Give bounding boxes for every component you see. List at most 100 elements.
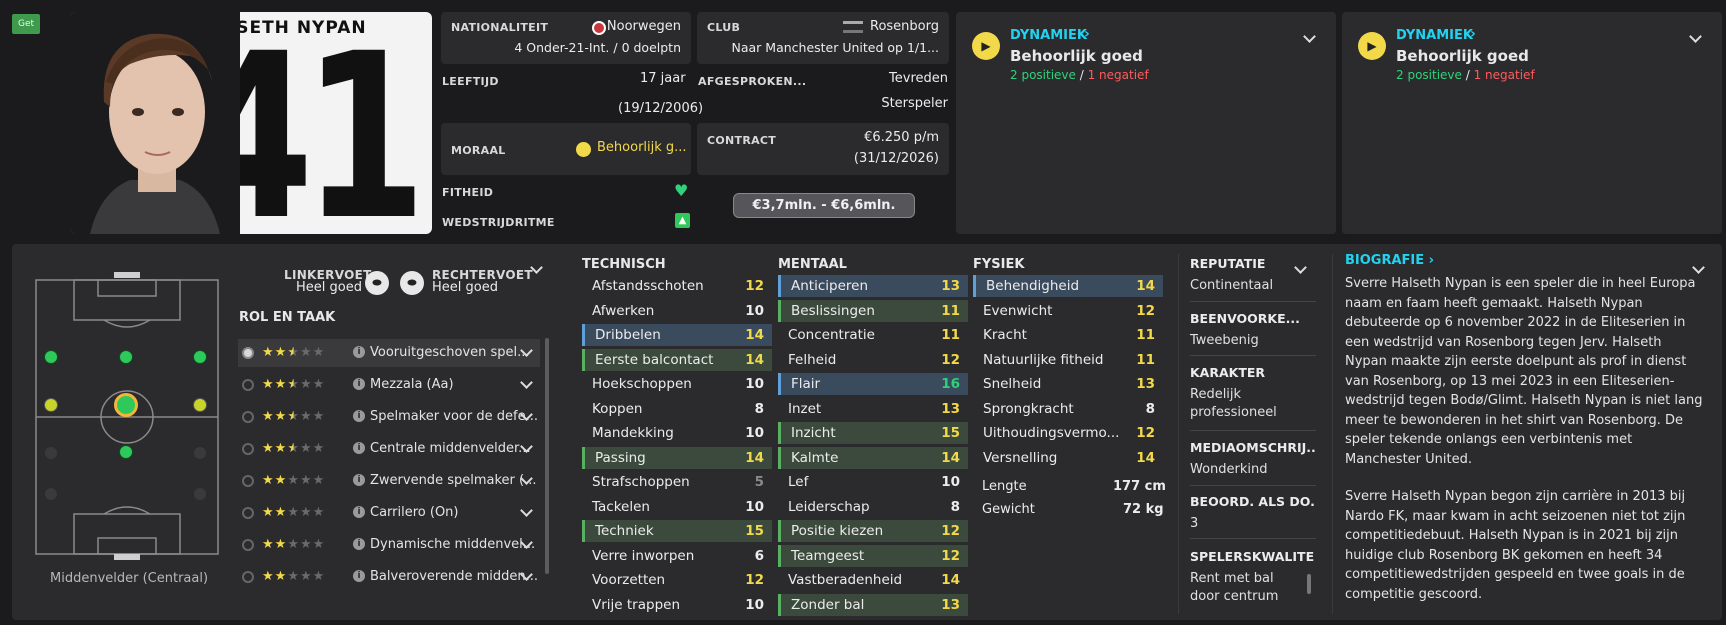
star-icon: ★ xyxy=(287,345,300,360)
attribute-row-physical[interactable]: Uithoudingsvermo... 12 xyxy=(973,422,1163,444)
attribute-row-technical[interactable]: Techniek 15 xyxy=(582,520,772,542)
star-icon: ★ xyxy=(262,505,275,520)
role-row[interactable]: ★★★★★ i Carrilero (On) xyxy=(238,499,540,527)
attribute-row-physical[interactable]: Evenwicht 12 xyxy=(973,300,1163,322)
attribute-row-mental[interactable]: Teamgeest 12 xyxy=(778,544,968,567)
star-icon: ★ xyxy=(299,537,313,552)
attribute-row-technical[interactable]: Voorzetten 12 xyxy=(582,569,772,591)
role-row[interactable]: ★★★★★ i Centrale middenvelder... xyxy=(238,435,540,463)
info-icon[interactable]: i xyxy=(353,506,365,518)
star-icon: ★ xyxy=(274,377,288,392)
role-radio[interactable] xyxy=(242,571,254,583)
attribute-row-technical[interactable]: Mandekking 10 xyxy=(582,422,772,444)
role-radio[interactable] xyxy=(242,539,254,551)
attribute-row-technical[interactable]: Strafschoppen 5 xyxy=(582,471,772,493)
position-dot-ml xyxy=(44,350,58,364)
attribute-row-physical[interactable]: Kracht 11 xyxy=(973,324,1163,346)
attribute-row-technical[interactable]: Koppen 8 xyxy=(582,398,772,420)
star-icon: ★ xyxy=(299,441,313,456)
nationality-block[interactable]: NATIONALITEIT Noorwegen 4 Onder-21-Int. … xyxy=(441,12,691,64)
info-icon[interactable]: i xyxy=(353,346,365,358)
attribute-row-mental[interactable]: Inzet 13 xyxy=(778,398,968,420)
attribute-row-technical[interactable]: Tackelen 10 xyxy=(582,496,772,518)
attribute-row-mental[interactable]: Anticiperen 13 xyxy=(778,275,968,297)
right-foot-value: Heel goed xyxy=(432,280,498,295)
attribute-row-technical[interactable]: Passing 14 xyxy=(582,446,772,469)
info-icon[interactable]: i xyxy=(353,378,365,390)
attribute-value: 13 xyxy=(1136,376,1155,392)
attribute-row-mental[interactable]: Beslissingen 11 xyxy=(778,299,968,322)
attribute-name: Inzet xyxy=(788,400,822,417)
info-icon[interactable]: i xyxy=(353,538,365,550)
role-stars: ★★★★★ xyxy=(262,473,325,488)
attribute-row-physical[interactable]: Versnelling 14 xyxy=(973,447,1163,469)
norway-flag-icon xyxy=(592,21,606,35)
attribute-value: 11 xyxy=(1136,327,1155,343)
attribute-row-mental[interactable]: Zonder bal 13 xyxy=(778,593,968,616)
attribute-row-mental[interactable]: Flair 16 xyxy=(778,373,968,395)
attribute-row-mental[interactable]: Inzicht 15 xyxy=(778,422,968,444)
club-value[interactable]: Rosenborg xyxy=(870,19,939,34)
role-radio[interactable] xyxy=(242,443,254,455)
star-icon: ★ xyxy=(299,569,313,584)
attribute-row-technical[interactable]: Vrije trappen 10 xyxy=(582,594,772,616)
star-icon: ★ xyxy=(312,505,326,520)
role-radio[interactable] xyxy=(242,347,254,359)
attribute-row-physical[interactable]: Snelheid 13 xyxy=(973,373,1163,395)
info-icon[interactable]: i xyxy=(353,570,365,582)
attribute-name: Versnelling xyxy=(983,449,1058,466)
role-row[interactable]: ★★★★★ i Vooruitgeschoven spel... xyxy=(238,339,540,367)
attribute-row-technical[interactable]: Eerste balcontact 14 xyxy=(582,348,772,371)
info-icon[interactable]: i xyxy=(353,442,365,454)
chevron-down-icon[interactable] xyxy=(1303,30,1316,43)
attribute-row-technical[interactable]: Afwerken 10 xyxy=(582,300,772,322)
attribute-row-mental[interactable]: Lef 10 xyxy=(778,471,968,493)
dynamics-title[interactable]: DYNAMIEK xyxy=(1010,28,1087,43)
attribute-row-mental[interactable]: Concentratie 11 xyxy=(778,324,968,346)
role-row[interactable]: ★★★★★ i Zwervende spelmaker (... xyxy=(238,467,540,495)
attribute-row-mental[interactable]: Kalmte 14 xyxy=(778,446,968,469)
chevron-down-icon[interactable] xyxy=(520,504,533,517)
attribute-row-mental[interactable]: Positie kiezen 12 xyxy=(778,520,968,542)
attribute-row-physical[interactable]: Sprongkracht 8 xyxy=(973,398,1163,420)
chevron-down-icon[interactable] xyxy=(1689,30,1702,43)
star-icon: ★ xyxy=(262,569,275,584)
position-dot-empty xyxy=(194,447,206,459)
role-row[interactable]: ★★★★★ i Dynamische middenvel... xyxy=(238,531,540,559)
attribute-row-mental[interactable]: Vastberadenheid 14 xyxy=(778,569,968,591)
contract-block[interactable]: CONTRACT €6.250 p/m (31/12/2026) xyxy=(697,123,949,175)
info-icon[interactable]: i xyxy=(353,474,365,486)
attribute-row-technical[interactable]: Afstandsschoten 12 xyxy=(582,275,772,297)
role-radio[interactable] xyxy=(242,475,254,487)
info-icon[interactable]: i xyxy=(353,410,365,422)
role-stars: ★★★★★ xyxy=(262,441,325,456)
role-row[interactable]: ★★★★★ i Mezzala (Aa) xyxy=(238,371,540,399)
nationality-value[interactable]: Noorwegen xyxy=(607,19,681,34)
attribute-row-technical[interactable]: Verre inworpen 6 xyxy=(582,545,772,567)
star-icon: ★ xyxy=(312,409,326,424)
role-radio[interactable] xyxy=(242,507,254,519)
role-radio[interactable] xyxy=(242,411,254,423)
role-radio[interactable] xyxy=(242,379,254,391)
attribute-name: Mandekking xyxy=(592,425,674,441)
attribute-row-physical[interactable]: Behendigheid 14 xyxy=(973,275,1163,297)
attribute-name: Kracht xyxy=(983,327,1027,343)
club-block[interactable]: CLUB Rosenborg Naar Manchester United op… xyxy=(697,12,949,64)
attribute-row-mental[interactable]: Leiderschap 8 xyxy=(778,496,968,518)
dynamics-title[interactable]: DYNAMIEK xyxy=(1396,28,1473,43)
morale-block[interactable]: MORAAL Behoorlijk g... xyxy=(441,123,691,175)
value-range[interactable]: €3,7mln. - €6,6mln. xyxy=(733,193,915,218)
attribute-row-physical[interactable]: Natuurlijke fitheid 11 xyxy=(973,349,1163,371)
attribute-row-technical[interactable]: Hoekschoppen 10 xyxy=(582,373,772,395)
role-row[interactable]: ★★★★★ i Spelmaker voor de defe... xyxy=(238,403,540,431)
roles-scrollbar[interactable] xyxy=(545,338,549,574)
attribute-value: 13 xyxy=(941,400,960,417)
attribute-row-mental[interactable]: Felheid 12 xyxy=(778,349,968,371)
get-badge[interactable]: Get xyxy=(12,14,40,34)
traits-scrollbar[interactable] xyxy=(1307,574,1311,594)
morale-value[interactable]: Behoorlijk g... xyxy=(597,140,687,155)
bio-title[interactable]: BIOGRAFIE › xyxy=(1345,253,1434,268)
attribute-row-technical[interactable]: Dribbelen 14 xyxy=(582,324,772,346)
chevron-down-icon[interactable] xyxy=(520,376,533,389)
role-row[interactable]: ★★★★★ i Balveroverende midden... xyxy=(238,563,540,591)
